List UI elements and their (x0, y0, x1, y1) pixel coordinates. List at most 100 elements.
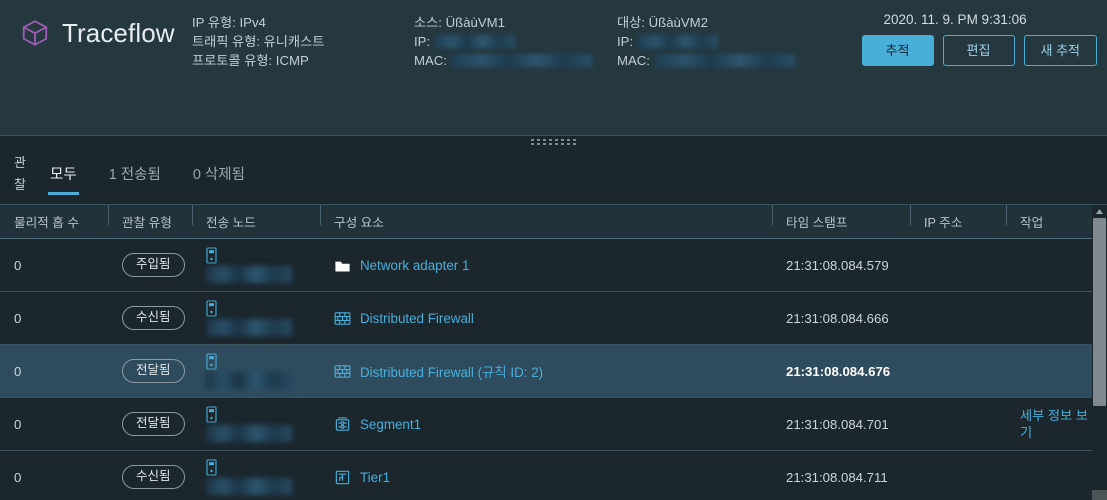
source-name: ÜßàùVM1 (445, 15, 505, 30)
transport-node-name-redacted (206, 319, 292, 336)
hop-count-value: 0 (14, 416, 22, 432)
status-badge: 주입됨 (122, 252, 185, 278)
timestamp-value: 21:31:08.084.666 (786, 310, 889, 326)
destination-ip-row: IP: (617, 32, 795, 51)
source-label: 소스: (414, 15, 442, 30)
table-row[interactable]: 0 수신됨 Distributed Firewall 21:31:08.084.… (0, 292, 1107, 345)
transport-node-cell (206, 459, 320, 495)
column-header-component[interactable]: 구성 요소 (320, 205, 772, 231)
component-link[interactable]: Distributed Firewall (규칙 ID: 2) (360, 361, 543, 381)
new-trace-button[interactable]: 새 추적 (1023, 35, 1097, 66)
column-header-ip-address[interactable]: IP 주소 (910, 205, 1006, 231)
table-header-row: 물리적 홉 수 관찰 유형 전송 노드 구성 요소 타임 스탬프 IP 주소 작… (0, 205, 1107, 239)
panel-splitter[interactable] (0, 136, 1107, 146)
destination-mac-label: MAC: (617, 53, 650, 68)
scrollbar-thumb[interactable] (1093, 218, 1106, 406)
segment-icon (334, 416, 351, 433)
flow-meta-ip-type-value: IPv4 (239, 15, 266, 30)
table-row[interactable]: 0 주입됨 Network adapter 1 21:31:08.084.579 (0, 239, 1107, 292)
component-link[interactable]: Tier1 (360, 470, 390, 485)
observations-tabbar: 관찰 모두 1 전송됨 0 삭제됨 (0, 146, 1107, 205)
transport-node-name-redacted (206, 425, 292, 442)
hop-count-value: 0 (14, 257, 22, 273)
source-ip-value-redacted (435, 35, 516, 48)
splitter-grip-icon (530, 139, 577, 145)
source-ip-label: IP: (414, 34, 431, 49)
source-group: 소스: ÜßàùVM1 IP: MAC: (414, 13, 592, 70)
table-row[interactable]: 0 전달됨 Distributed Firewall (규칙 ID: 2) 21… (0, 345, 1107, 398)
transport-node-cell (206, 300, 320, 336)
component-link[interactable]: Segment1 (360, 417, 421, 432)
cube-icon (20, 18, 50, 48)
flow-meta-protocol-type: 프로토콜 유형: ICMP (192, 51, 324, 70)
network-adapter-icon (334, 257, 351, 274)
header-actions: 2020. 11. 9. PM 9:31:06 추적 편집 새 추적 (861, 12, 1097, 66)
component-cell: Network adapter 1 (334, 257, 772, 274)
flow-meta-traffic-type-value: 유니캐스트 (263, 34, 325, 49)
transport-node-name-redacted (206, 372, 292, 389)
flow-meta-protocol-type-label: 프로토콜 유형: (192, 53, 273, 68)
destination-mac-value-redacted (654, 54, 795, 67)
hop-count-value: 0 (14, 363, 22, 379)
flow-meta-protocol-type-value: ICMP (275, 53, 309, 68)
tab-all[interactable]: 모두 (34, 158, 93, 195)
table-row[interactable]: 0 수신됨 Tier1 21:31:08.084.711 (0, 451, 1107, 500)
component-cell: Segment1 (334, 416, 772, 433)
table-row[interactable]: 0 전달됨 Segment1 21:31:08.084.701 세부 정보 보기 (0, 398, 1107, 451)
transport-node-name-redacted (206, 266, 292, 283)
flow-meta-ip-type-label: IP 유형: (192, 15, 236, 30)
tab-delivered[interactable]: 1 전송됨 (93, 158, 177, 195)
destination-mac-row: MAC: (617, 51, 795, 70)
status-badge: 전달됨 (122, 411, 185, 437)
flow-meta-traffic-type-label: 트래픽 유형: (192, 34, 260, 49)
component-link[interactable]: Distributed Firewall (360, 311, 474, 326)
server-icon (206, 300, 320, 317)
server-icon (206, 247, 320, 264)
destination-group: 대상: ÜßàùVM2 IP: MAC: (617, 13, 795, 70)
hop-count-value: 0 (14, 469, 22, 485)
observations-section-label: 관찰 (14, 155, 26, 192)
status-badge: 수신됨 (122, 305, 185, 331)
column-header-observation-type[interactable]: 관찰 유형 (108, 205, 192, 231)
server-icon (206, 406, 320, 423)
observations-table: 물리적 홉 수 관찰 유형 전송 노드 구성 요소 타임 스탬프 IP 주소 작… (0, 205, 1107, 500)
tier-router-icon (334, 469, 351, 486)
trace-button[interactable]: 추적 (861, 35, 934, 66)
column-header-action[interactable]: 작업 (1006, 205, 1092, 231)
transport-node-cell (206, 406, 320, 442)
tab-list: 모두 1 전송됨 0 삭제됨 (34, 146, 261, 195)
timestamp-value: 21:31:08.084.579 (786, 257, 889, 273)
traceflow-header-panel: Traceflow IP 유형: IPv4 트래픽 유형: 유니캐스트 프로토콜… (0, 0, 1107, 136)
component-cell: Distributed Firewall (334, 310, 772, 327)
brand: Traceflow (20, 18, 175, 48)
source-mac-row: MAC: (414, 51, 592, 70)
timestamp-value: 21:31:08.084.676 (786, 363, 891, 379)
flow-meta-traffic-type: 트래픽 유형: 유니캐스트 (192, 32, 324, 51)
destination-name-row: 대상: ÜßàùVM2 (617, 13, 795, 32)
scroll-up-icon[interactable] (1092, 205, 1107, 218)
component-cell: Distributed Firewall (규칙 ID: 2) (334, 361, 772, 381)
edit-button[interactable]: 편집 (942, 35, 1015, 66)
destination-label: 대상: (617, 15, 645, 30)
server-icon (206, 353, 320, 370)
firewall-icon (334, 363, 351, 380)
source-ip-row: IP: (414, 32, 592, 51)
tab-dropped[interactable]: 0 삭제됨 (177, 158, 261, 195)
status-badge: 수신됨 (122, 464, 185, 490)
view-details-link[interactable]: 세부 정보 보기 (1020, 408, 1088, 440)
column-header-hop-count[interactable]: 물리적 홉 수 (0, 212, 108, 231)
component-link[interactable]: Network adapter 1 (360, 258, 469, 273)
destination-ip-label: IP: (617, 34, 634, 49)
trace-timestamp: 2020. 11. 9. PM 9:31:06 (883, 12, 1027, 27)
transport-node-name-redacted (206, 478, 292, 495)
source-mac-value-redacted (451, 54, 592, 67)
table-vertical-scrollbar[interactable] (1092, 205, 1107, 500)
timestamp-value: 21:31:08.084.701 (786, 416, 889, 432)
component-cell: Tier1 (334, 469, 772, 486)
column-header-transport-node[interactable]: 전송 노드 (192, 205, 320, 231)
flow-meta-group: IP 유형: IPv4 트래픽 유형: 유니캐스트 프로토콜 유형: ICMP (192, 13, 324, 70)
column-header-timestamp[interactable]: 타임 스탬프 (772, 205, 910, 231)
header-button-row: 추적 편집 새 추적 (861, 35, 1097, 66)
source-name-row: 소스: ÜßàùVM1 (414, 13, 592, 32)
scrollbar-corner (1092, 490, 1107, 500)
